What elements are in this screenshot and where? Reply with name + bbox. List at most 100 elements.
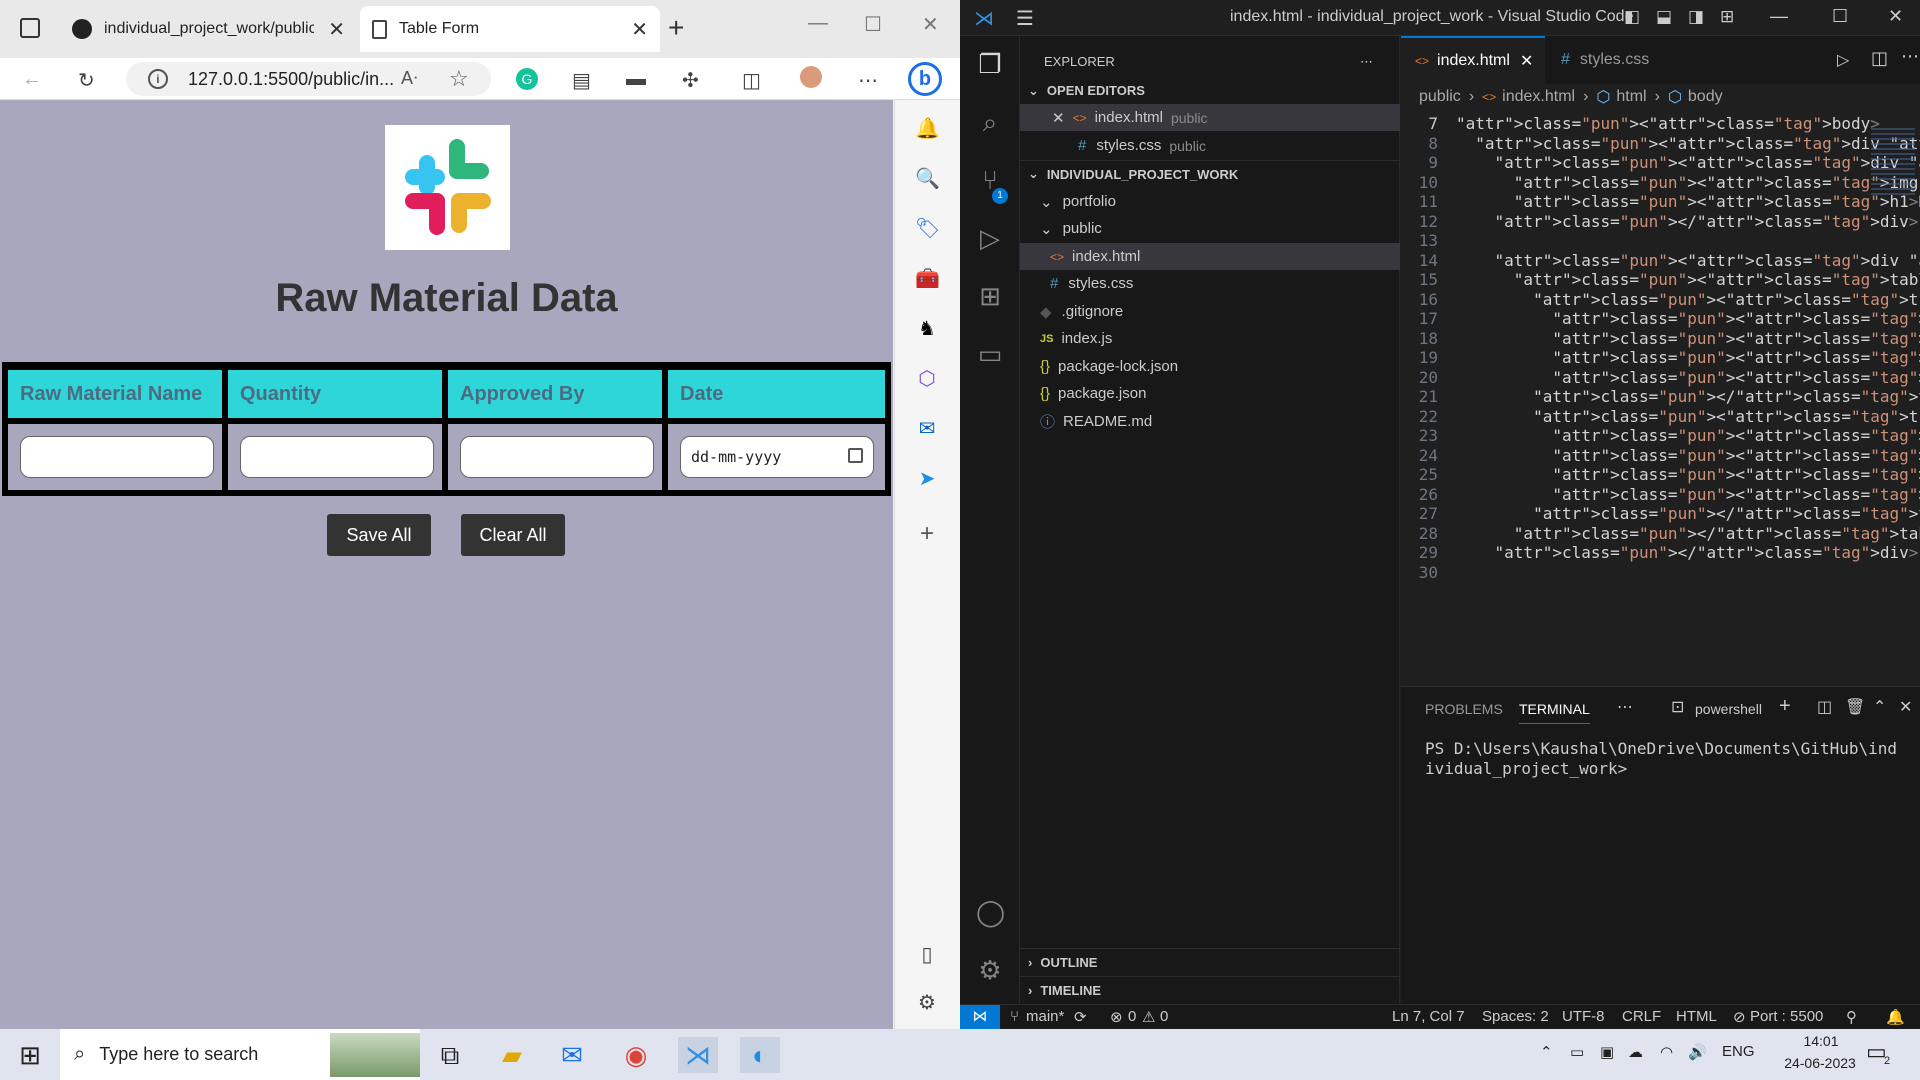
tree-item-package-json[interactable]: {} package.json [1020, 380, 1400, 407]
office-icon[interactable]: ⬡ [915, 366, 939, 390]
open-editor-item[interactable]: # styles.css public [1020, 132, 1400, 159]
quantity-input[interactable] [240, 436, 434, 478]
indentation[interactable]: Spaces: 2 [1482, 1008, 1549, 1025]
task-view-icon[interactable]: ⧉ [430, 1037, 470, 1073]
edge-taskbar-icon[interactable]: ◐ [740, 1037, 780, 1073]
close-tab-icon[interactable]: ✕ [328, 17, 345, 42]
split-screen-icon[interactable]: ◫ [742, 68, 761, 93]
tree-item-styles-css[interactable]: # styles.css [1020, 270, 1400, 297]
tree-item-gitignore[interactable]: ◆ .gitignore [1020, 298, 1400, 325]
file-explorer-icon[interactable]: ▰ [492, 1037, 532, 1073]
run-icon[interactable]: ▷ [1837, 50, 1849, 70]
timeline-section[interactable]: › TIMELINE [1020, 976, 1400, 1003]
more-actions-icon[interactable]: ⋯ [1360, 54, 1373, 70]
breadcrumb-item[interactable]: public [1419, 88, 1461, 106]
language-indicator[interactable]: ENG [1722, 1043, 1755, 1060]
close-tab-icon[interactable]: ✕ [631, 17, 648, 42]
chrome-icon[interactable]: ◉ [616, 1037, 656, 1073]
browser-tab-table-form[interactable]: Table Form ✕ [360, 6, 660, 52]
panel-tab-problems[interactable]: PROBLEMS [1425, 701, 1503, 717]
shell-name[interactable]: powershell [1695, 701, 1762, 717]
run-debug-icon[interactable]: ▷ [976, 224, 1004, 252]
raw-material-name-input[interactable] [20, 436, 214, 478]
settings-gear-icon[interactable]: ⚙ [976, 956, 1004, 984]
split-terminal-icon[interactable]: ◫ [1817, 697, 1832, 717]
extensions-icon[interactable]: ✣ [682, 68, 699, 93]
tree-item-portfolio[interactable]: ⌄ portfolio [1020, 188, 1400, 215]
add-icon[interactable]: + [915, 520, 939, 547]
terminal-output[interactable]: PS D:\Users\Kaushal\OneDrive\Documents\G… [1425, 739, 1905, 779]
tree-item-package-lock-json[interactable]: {} package-lock.json [1020, 353, 1400, 380]
clear-all-button[interactable]: Clear All [461, 514, 565, 556]
maximize-icon[interactable]: ☐ [1832, 6, 1848, 27]
sync-icon[interactable]: ⟳ [1074, 1008, 1087, 1026]
warning-count[interactable]: 0 [1160, 1008, 1168, 1025]
send-icon[interactable]: ➤ [915, 466, 939, 490]
accounts-icon[interactable]: ⚲ [1846, 1008, 1857, 1026]
more-actions-icon[interactable]: ⋯ [1617, 697, 1633, 717]
grammarly-icon[interactable]: G [516, 68, 538, 90]
panel-tab-terminal[interactable]: TERMINAL [1519, 701, 1590, 724]
minimize-icon[interactable]: — [808, 12, 828, 35]
kill-terminal-icon[interactable]: 🗑 [1845, 697, 1865, 717]
toolbox-icon[interactable]: 🧰 [915, 266, 940, 290]
onedrive-cloud-icon[interactable]: ☁ [1628, 1043, 1643, 1061]
open-editors-section[interactable]: ⌄ OPEN EDITORS [1020, 77, 1400, 104]
remote-explorer-icon[interactable]: ▭ [976, 340, 1004, 368]
more-options-icon[interactable]: ⋯ [858, 68, 878, 93]
project-section[interactable]: ⌄ INDIVIDUAL_PROJECT_WORK [1020, 160, 1400, 187]
search-icon[interactable]: ⌕ [976, 108, 1004, 136]
breadcrumb-item[interactable]: html [1616, 88, 1646, 106]
bell-icon[interactable]: 🔔 [915, 116, 940, 140]
outline-section[interactable]: › OUTLINE [1020, 948, 1400, 975]
account-icon[interactable]: ◯ [976, 898, 1005, 926]
new-tab-icon[interactable]: + [668, 12, 684, 44]
open-editor-item[interactable]: ✕ <> index.html public [1020, 104, 1400, 131]
meet-icon[interactable]: ▣ [1600, 1043, 1614, 1061]
tab-actions-icon[interactable] [20, 18, 40, 38]
refresh-icon[interactable]: ↻ [78, 68, 95, 93]
tree-item-index-js[interactable]: JS index.js [1020, 325, 1400, 352]
sidebar-toggle-icon[interactable]: ▯ [915, 942, 939, 966]
tree-item-public[interactable]: ⌄ public [1020, 215, 1400, 242]
live-server-port[interactable]: Port : 5500 [1750, 1008, 1823, 1025]
maximize-icon[interactable]: ☐ [864, 12, 882, 37]
close-window-icon[interactable]: ✕ [1888, 6, 1903, 27]
volume-icon[interactable]: 🔊 [1688, 1043, 1707, 1061]
bing-copilot-icon[interactable]: b [908, 62, 942, 96]
minimize-icon[interactable]: — [1770, 6, 1788, 27]
wifi-icon[interactable]: ◠ [1660, 1043, 1673, 1061]
profile-avatar[interactable] [800, 66, 822, 88]
close-window-icon[interactable]: ✕ [922, 12, 939, 37]
more-actions-icon[interactable]: ⋯ [1901, 46, 1919, 67]
info-icon[interactable]: i [148, 69, 168, 89]
tree-item-readme-md[interactable]: ⓘ README.md [1020, 408, 1400, 435]
editor-tab-styles-css[interactable]: # styles.css [1547, 36, 1677, 84]
error-count[interactable]: 0 [1128, 1008, 1136, 1025]
editor-tab-index-html[interactable]: <> index.html ✕ [1401, 36, 1545, 84]
battery-icon[interactable]: ▭ [1570, 1043, 1584, 1061]
settings-gear-icon[interactable]: ⚙ [915, 990, 939, 1014]
taskbar-search[interactable]: ⌕ Type here to search [60, 1029, 420, 1080]
chevron-up-icon[interactable]: ⌃ [1540, 1043, 1553, 1061]
new-terminal-icon[interactable]: + [1779, 695, 1791, 718]
language-mode[interactable]: HTML [1676, 1008, 1717, 1025]
split-editor-icon[interactable]: ◫ [1871, 48, 1888, 69]
collections-icon[interactable]: ▤ [572, 68, 591, 93]
back-icon[interactable]: ← [22, 68, 42, 91]
git-branch[interactable]: main* [1026, 1008, 1064, 1025]
cursor-position[interactable]: Ln 7, Col 7 [1392, 1008, 1465, 1025]
vscode-taskbar-icon[interactable]: ⋊ [678, 1037, 718, 1073]
notifications-bell-icon[interactable]: 🔔 [1886, 1008, 1905, 1026]
remote-indicator-icon[interactable]: ⋈ [960, 1005, 1000, 1029]
close-tab-icon[interactable]: ✕ [1520, 51, 1533, 71]
mail-icon[interactable]: ✉ [552, 1037, 592, 1073]
extensions-icon[interactable]: ⊞ [976, 282, 1004, 310]
minimap[interactable] [1871, 128, 1915, 198]
clock-time[interactable]: 14:01 [1786, 1033, 1856, 1049]
layout-secondary-icon[interactable]: ◨ [1688, 7, 1704, 27]
browser-tab-github[interactable]: individual_project_work/public at ✕ [60, 6, 357, 52]
encoding[interactable]: UTF-8 [1562, 1008, 1605, 1025]
save-all-button[interactable]: Save All [327, 514, 431, 556]
close-editor-icon[interactable]: ✕ [1052, 109, 1065, 127]
